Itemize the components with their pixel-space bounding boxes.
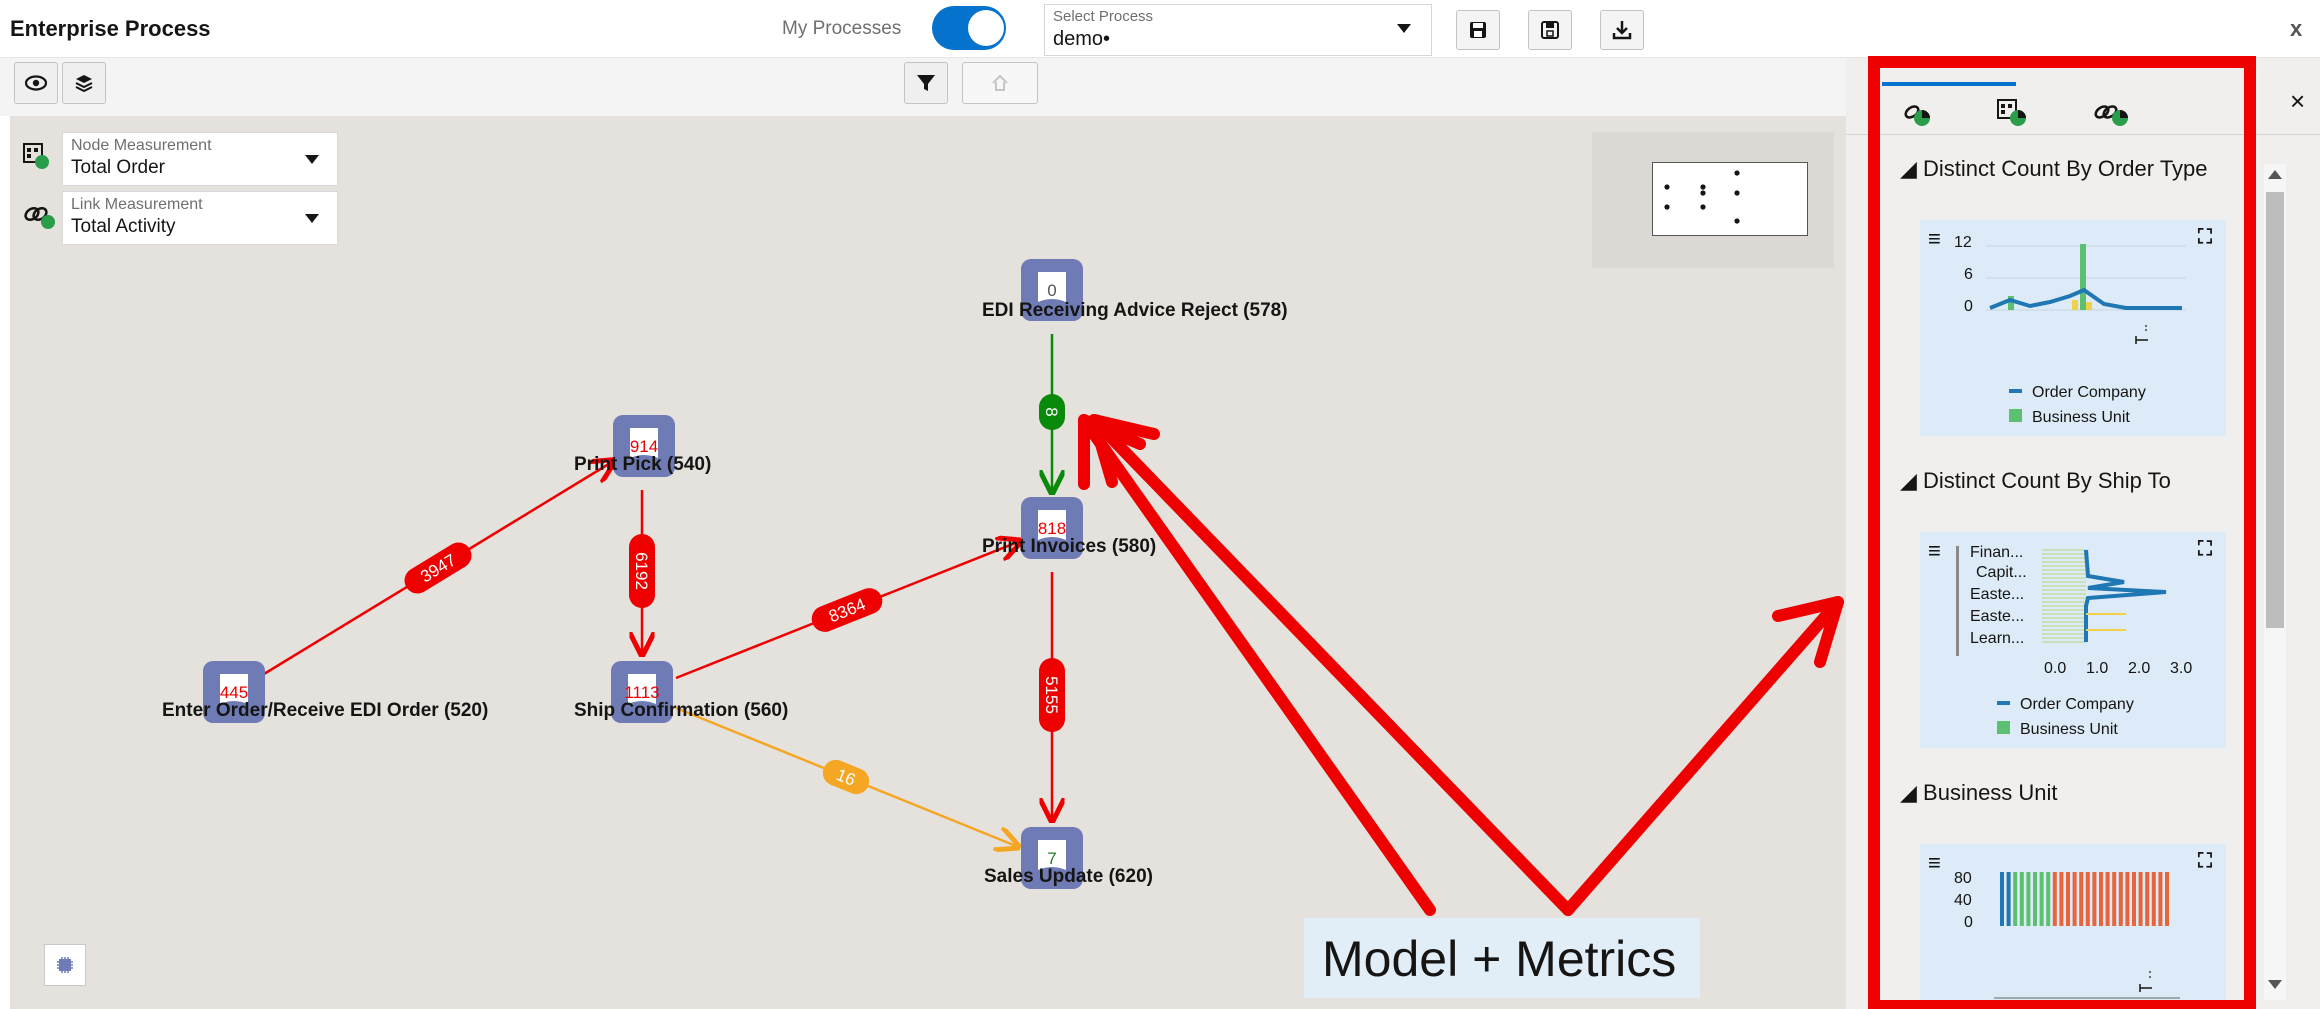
annotation-overlay (1078, 56, 2256, 1009)
model-metrics-text: Model + Metrics (1322, 931, 1677, 987)
annotation-arrow-left-upper (1088, 414, 1574, 916)
annotation-arrow-left-lower (1078, 414, 1436, 916)
highlight-box (1868, 56, 2256, 1009)
annotation-arrow-right (1562, 596, 1844, 916)
model-metrics-callout: Model + Metrics (1304, 918, 1700, 998)
